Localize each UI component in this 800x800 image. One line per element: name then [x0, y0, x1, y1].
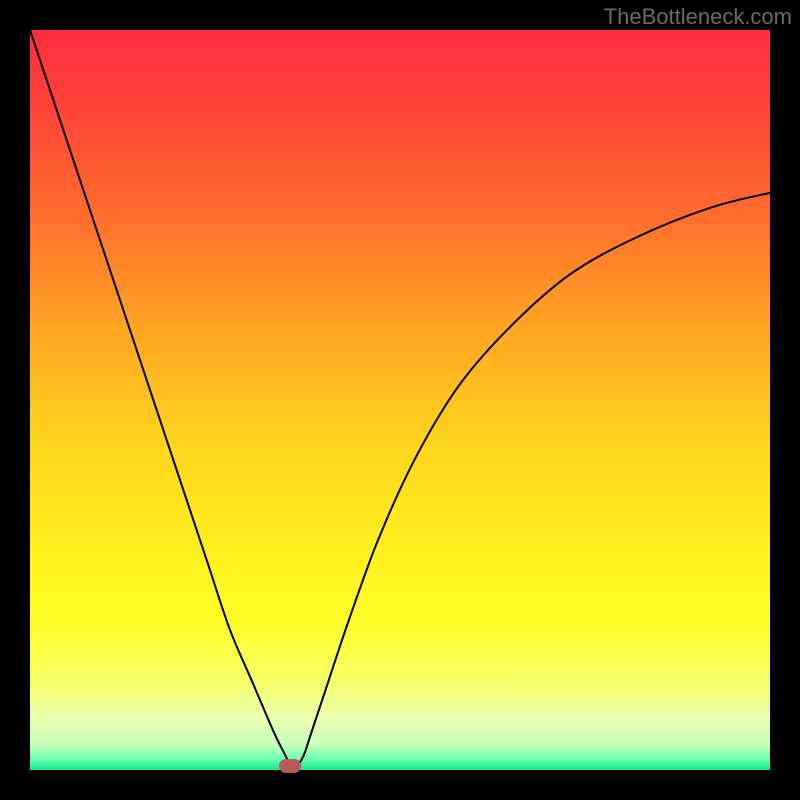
bottleneck-curve	[30, 30, 770, 770]
attribution-text: TheBottleneck.com	[604, 4, 792, 30]
optimal-point-marker	[279, 759, 301, 773]
plot-area	[30, 30, 770, 770]
